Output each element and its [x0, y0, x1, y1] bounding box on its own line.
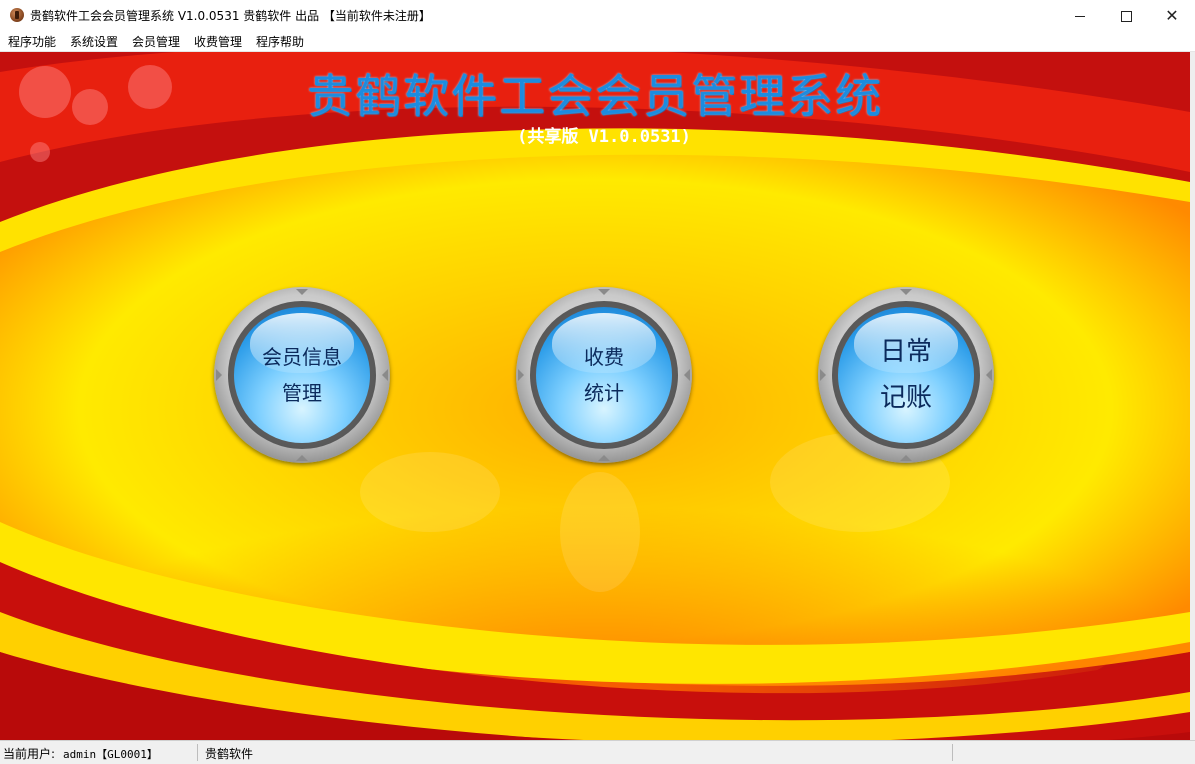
status-separator [197, 744, 198, 761]
menu-program-functions[interactable]: 程序功能 [8, 33, 56, 50]
app-window: 贵鹤软件工会会员管理系统 V1.0.0531 贵鹤软件 出品 【当前软件未注册】… [0, 0, 1195, 764]
button-label: 收费 统计 [516, 287, 692, 463]
minimize-icon [1075, 16, 1085, 17]
menu-bar: 程序功能 系统设置 会员管理 收费管理 程序帮助 [0, 31, 1195, 52]
button-label-line2: 统计 [584, 381, 624, 405]
minimize-button[interactable] [1057, 0, 1103, 31]
main-panel: 贵鹤软件工会会员管理系统 (共享版 V1.0.0531) 会员信息 管理 收费 … [0, 52, 1190, 740]
close-button[interactable]: ✕ [1149, 0, 1195, 31]
member-info-management-button[interactable]: 会员信息 管理 [214, 287, 390, 463]
button-label: 会员信息 管理 [214, 287, 390, 463]
app-title: 贵鹤软件工会会员管理系统 [307, 69, 883, 123]
button-label-line1: 收费 [584, 345, 624, 369]
menu-system-settings[interactable]: 系统设置 [70, 33, 118, 50]
status-separator [952, 744, 953, 761]
status-user-value: admin【GL0001】 [63, 748, 158, 761]
status-user-label: 当前用户: [3, 747, 56, 761]
menu-member-management[interactable]: 会员管理 [132, 33, 180, 50]
status-company: 贵鹤软件 [205, 747, 254, 761]
daily-bookkeeping-button[interactable]: 日常 记账 [818, 287, 994, 463]
app-version: (共享版 V1.0.0531) [517, 127, 691, 147]
close-icon: ✕ [1165, 6, 1179, 25]
fee-statistics-button[interactable]: 收费 统计 [516, 287, 692, 463]
maximize-icon [1120, 11, 1132, 22]
app-logo-icon[interactable] [10, 8, 24, 22]
button-label-line1: 会员信息 [262, 345, 342, 369]
button-label-line1: 日常 [879, 337, 932, 367]
title-bar[interactable]: 贵鹤软件工会会员管理系统 V1.0.0531 贵鹤软件 出品 【当前软件未注册】… [0, 0, 1195, 31]
maximize-button[interactable] [1103, 0, 1149, 31]
window-title: 贵鹤软件工会会员管理系统 V1.0.0531 贵鹤软件 出品 【当前软件未注册】 [30, 9, 431, 23]
button-label: 日常 记账 [818, 287, 994, 463]
window-right-edge [1190, 52, 1195, 740]
button-label-line2: 记账 [879, 383, 932, 413]
menu-program-help[interactable]: 程序帮助 [256, 33, 304, 50]
button-label-line2: 管理 [282, 381, 322, 405]
menu-fee-management[interactable]: 收费管理 [194, 33, 242, 50]
status-bar: 当前用户: admin【GL0001】 贵鹤软件 [0, 740, 1195, 764]
